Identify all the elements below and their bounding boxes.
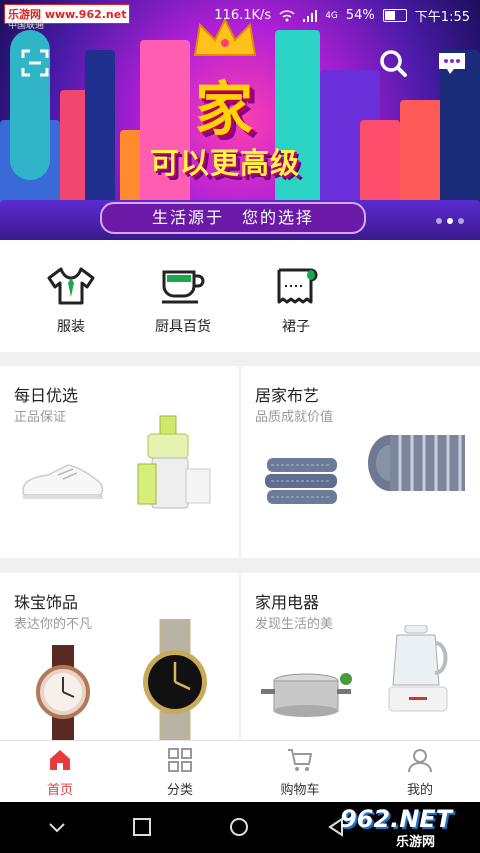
category-item-skirt[interactable]: 裙子	[256, 266, 336, 336]
steel-watch-image	[143, 619, 207, 744]
card-subtitle: 表达你的不凡	[14, 617, 93, 632]
banner-pagination	[436, 218, 464, 224]
card-subtitle: 品质成就价值	[255, 410, 334, 425]
tab-label: 购物车	[280, 783, 320, 798]
card-subtitle: 正品保证	[14, 410, 67, 425]
category-label: 厨具百货	[155, 319, 211, 335]
category-item-kitchen[interactable]: 厨具百货	[143, 266, 223, 336]
tab-profile[interactable]: 我的	[370, 747, 470, 798]
tab-label: 分类	[166, 783, 193, 798]
chevron-down-icon[interactable]	[46, 816, 68, 838]
banner-slogan: 生活源于 您的选择	[100, 202, 366, 234]
category-item-clothing[interactable]: 服装	[31, 266, 111, 336]
sneaker-image	[22, 464, 104, 499]
card-home-textile[interactable]: 居家布艺 品质成就价值	[241, 366, 480, 558]
tab-category[interactable]: 分类	[130, 747, 230, 798]
category-strip: 服装 厨具百货 裙子	[0, 240, 480, 352]
card-title: 家用电器	[255, 593, 320, 612]
card-title: 居家布艺	[255, 386, 320, 405]
clock: 下午1:55	[414, 10, 470, 25]
recent-apps-icon[interactable]	[131, 816, 153, 838]
user-icon	[408, 749, 432, 773]
card-title: 珠宝饰品	[14, 593, 79, 612]
tab-home[interactable]: 首页	[10, 747, 110, 798]
tab-label: 首页	[46, 783, 73, 798]
card-jewelry[interactable]: 珠宝饰品 表达你的不凡	[0, 573, 239, 765]
feature-grid: 每日优选 正品保证 居家布艺 品质成就价值 珠宝饰品 表达你的不凡 家用电器 发…	[0, 366, 480, 765]
banner-subtitle: 可以更高级	[150, 146, 301, 180]
grid-icon	[168, 748, 192, 772]
kettle-image	[388, 625, 448, 712]
search-icon[interactable]	[378, 48, 408, 78]
bottom-tab-bar: 首页 分类 购物车 我的	[0, 740, 480, 803]
category-label: 服装	[57, 319, 85, 335]
roll-icon	[277, 268, 318, 304]
scan-icon[interactable]	[20, 48, 50, 78]
tab-label: 我的	[406, 783, 433, 798]
status-bar: 乐游网 www.962.net 中国联通 116.1K/s 4G 54% 下午1…	[0, 0, 480, 31]
pot-image	[261, 673, 352, 717]
towel-stack-image	[265, 458, 337, 504]
battery-percent: 54%	[345, 8, 375, 23]
watermark-text: 962.NET	[340, 805, 453, 833]
watermark-logo: 962.NET 乐游网	[334, 805, 474, 850]
category-label: 裙子	[282, 319, 310, 335]
signal-icon	[303, 9, 318, 22]
shirt-icon	[47, 267, 95, 305]
home-icon	[50, 750, 70, 770]
banner-title: 家	[195, 75, 254, 143]
tab-cart[interactable]: 购物车	[250, 747, 350, 798]
juicer-image	[137, 415, 211, 509]
blanket-roll-image	[368, 435, 465, 491]
cup-icon	[162, 270, 205, 304]
card-subtitle: 发现生活的美	[255, 617, 334, 632]
network-type: 4G	[325, 10, 338, 21]
hero-banner[interactable]: 家 可以更高级 生活源于 您的选择	[0, 0, 480, 240]
carrier-label: 中国联通	[8, 21, 45, 31]
leather-watch-image	[36, 645, 90, 740]
card-appliances[interactable]: 家用电器 发现生活的美	[241, 573, 480, 765]
card-title: 每日优选	[14, 386, 79, 405]
card-daily-picks[interactable]: 每日优选 正品保证	[0, 366, 239, 558]
message-icon[interactable]	[437, 48, 467, 78]
home-button-icon[interactable]	[228, 816, 250, 838]
watermark-subtext: 乐游网	[396, 835, 436, 850]
network-speed: 116.1K/s	[214, 8, 272, 23]
battery-icon	[382, 9, 407, 22]
wifi-icon	[279, 9, 295, 21]
cart-icon	[288, 749, 313, 771]
